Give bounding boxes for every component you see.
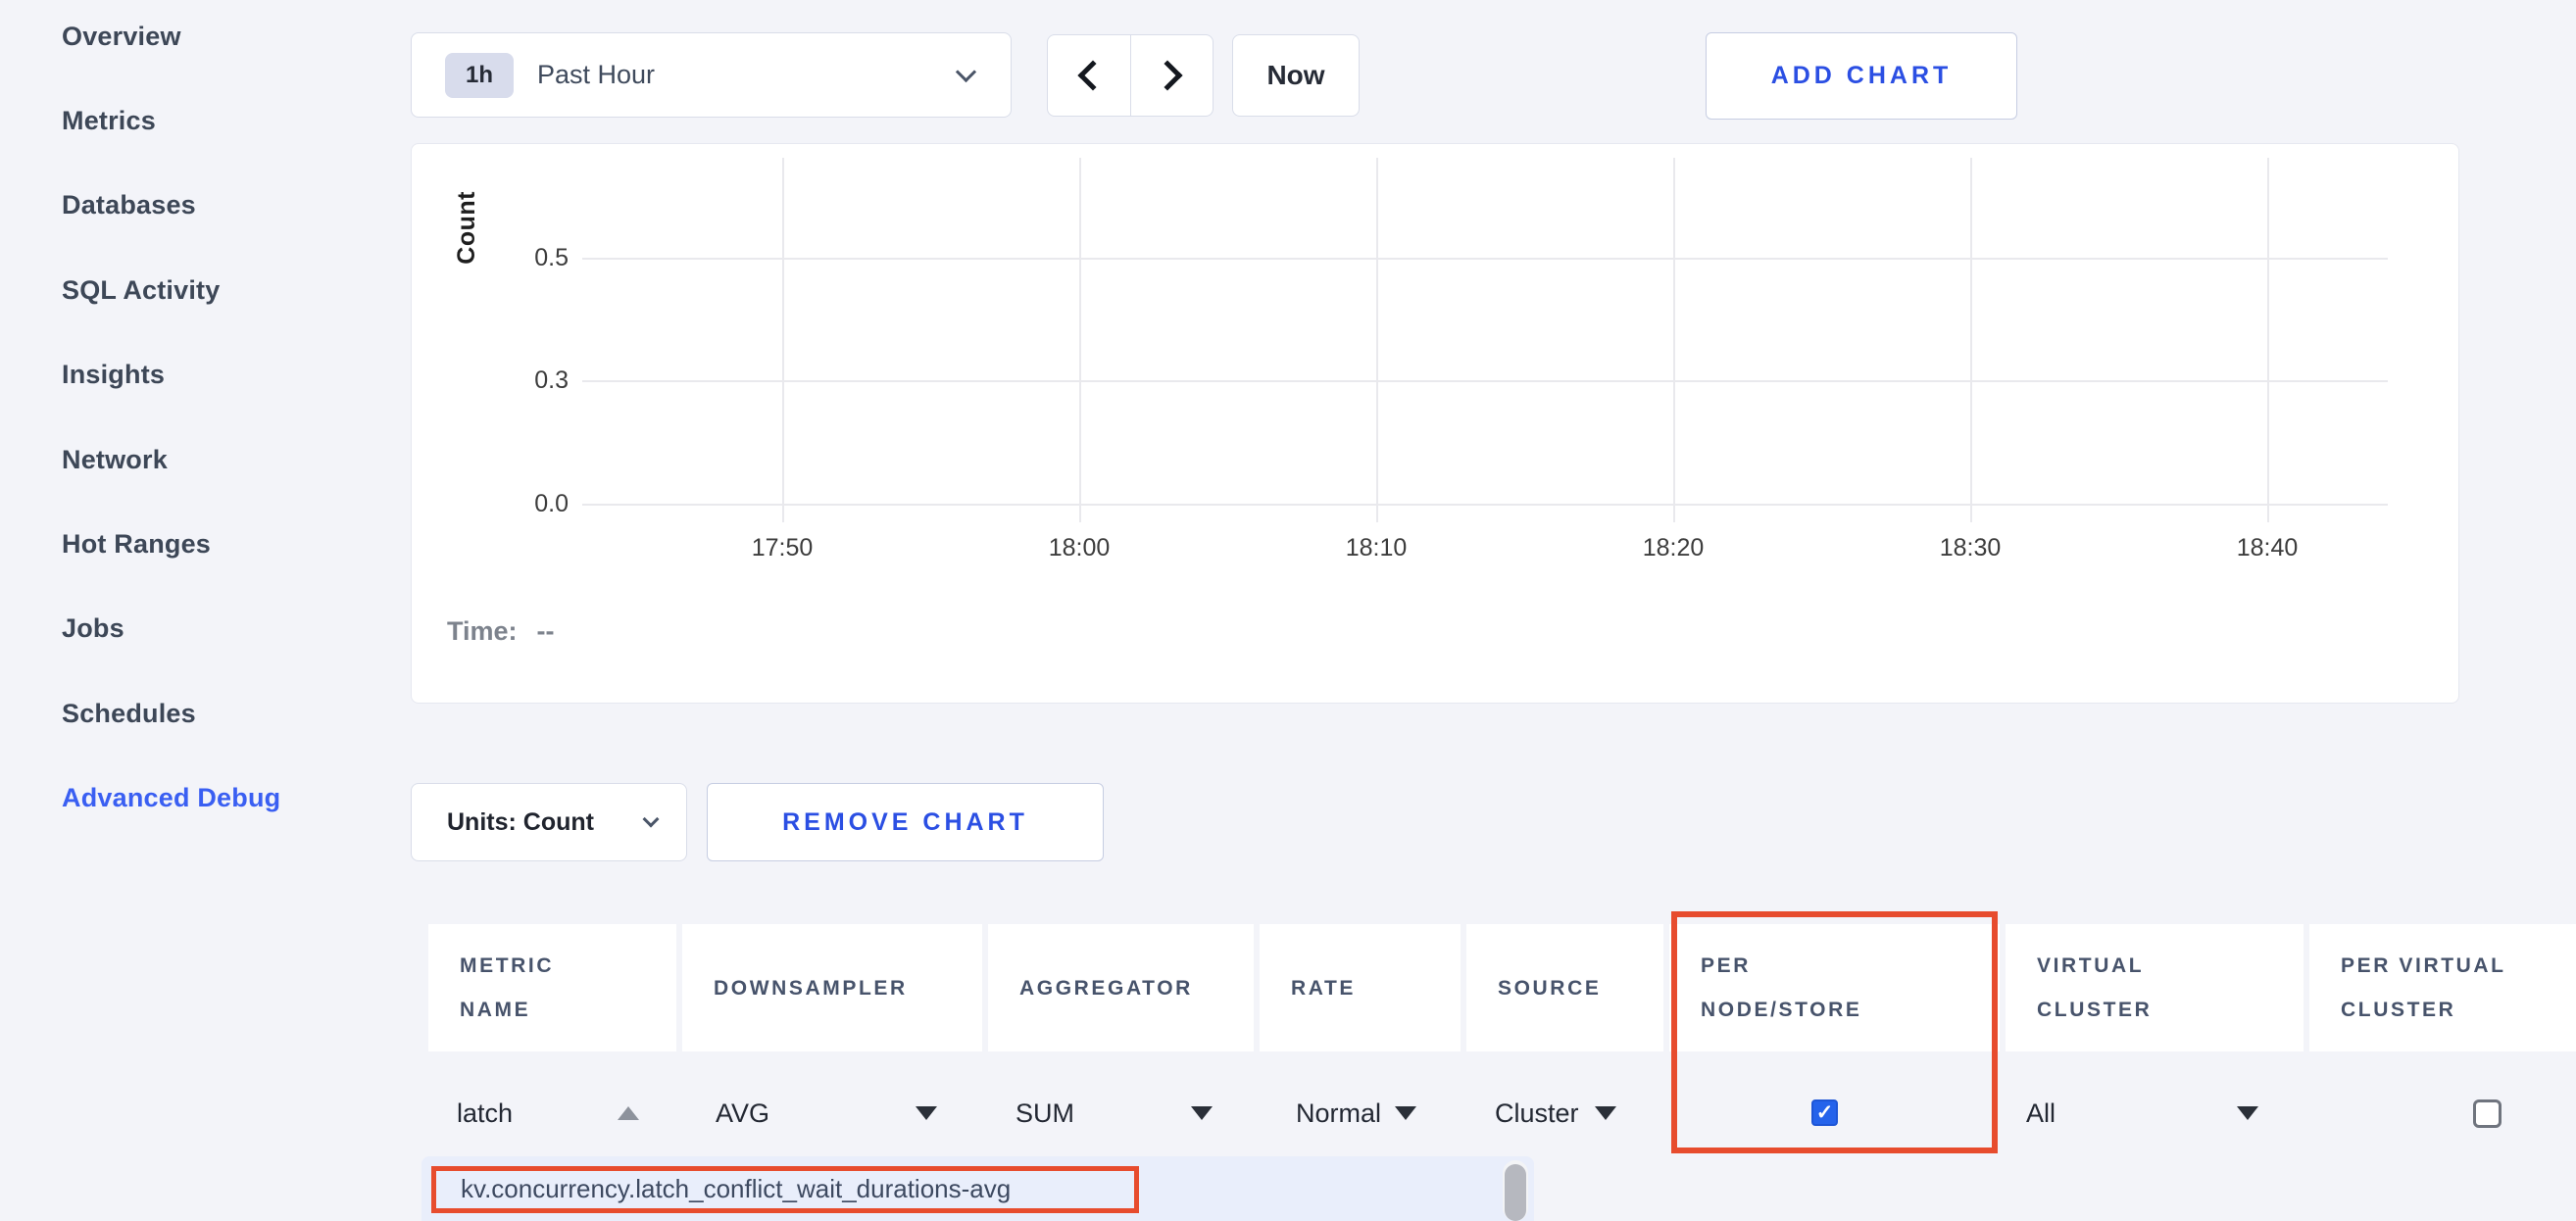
sidebar-item-hot-ranges[interactable]: Hot Ranges [62,529,211,560]
virtual-cluster-dropdown[interactable]: All [2006,1078,2304,1148]
sidebar-item-advanced-debug[interactable]: Advanced Debug [62,783,280,813]
aggregator-dropdown[interactable]: SUM [988,1078,1254,1148]
chart-panel: Count 0.50.30.017:5018:0018:1018:2018:30… [411,143,2459,704]
per-node-store-checkbox[interactable]: ✓ [1811,1099,1838,1126]
metric-suggestion-item[interactable]: kv.concurrency.latch_conflict_wait_durat… [461,1174,1011,1204]
column-header-rate: RATE [1260,924,1461,1051]
triangle-down-icon [2237,1106,2258,1120]
x-gridline [1376,158,1378,522]
hover-time-label: Time: [447,616,518,646]
time-step-buttons [1047,34,1214,117]
rate-value: Normal [1296,1099,1381,1129]
metric-name-input[interactable]: latch [428,1078,676,1148]
header-line: SOURCE [1498,966,1663,1010]
x-tick-label: 18:00 [1020,534,1138,562]
triangle-down-icon [916,1106,937,1120]
header-line: PER [1701,944,2000,988]
y-tick-label: 0.5 [471,242,569,273]
sidebar-item-jobs[interactable]: Jobs [62,613,124,644]
checkmark-icon: ✓ [1816,1100,1834,1125]
header-line: CLUSTER [2341,988,2576,1032]
header-line: NAME [460,988,676,1032]
scrollbar-thumb[interactable] [1505,1164,1526,1221]
triangle-up-icon [618,1106,639,1120]
units-select-label: Units: Count [447,808,594,837]
header-line: METRIC [460,944,676,988]
virtual-cluster-value: All [2026,1099,2056,1129]
x-tick-label: 18:30 [1911,534,2029,562]
remove-chart-button[interactable]: REMOVE CHART [707,783,1104,861]
x-tick-label: 18:40 [2208,534,2326,562]
y-tick-label: 0.0 [471,488,569,519]
y-gridline [582,258,2388,260]
sidebar-item-overview[interactable]: Overview [62,22,181,52]
source-value: Cluster [1495,1099,1579,1129]
now-button[interactable]: Now [1232,34,1360,117]
time-range-badge: 1h [445,53,514,98]
metric-name-value: latch [457,1099,513,1129]
next-time-button[interactable] [1131,35,1214,116]
column-header-virtual-cluster: VIRTUAL CLUSTER [2006,924,2304,1051]
rate-dropdown[interactable]: Normal [1260,1078,1461,1148]
units-select[interactable]: Units: Count [411,783,687,861]
time-range-select[interactable]: 1h Past Hour [411,32,1012,118]
source-dropdown[interactable]: Cluster [1466,1078,1663,1148]
sidebar-nav: Overview Metrics Databases SQL Activity … [0,0,353,1221]
sidebar-item-network[interactable]: Network [62,445,168,475]
y-gridline [582,504,2388,506]
x-gridline [1673,158,1675,522]
header-line: VIRTUAL [2037,944,2304,988]
header-line: DOWNSAMPLER [714,966,982,1010]
add-chart-button[interactable]: ADD CHART [1706,32,2017,120]
column-header-source: SOURCE [1466,924,1663,1051]
sidebar-item-insights[interactable]: Insights [62,360,165,390]
x-gridline [1970,158,1972,522]
column-header-per-node-store: PER NODE/STORE [1669,924,2000,1051]
x-tick-label: 17:50 [723,534,841,562]
x-tick-label: 18:10 [1317,534,1435,562]
header-line: PER VIRTUAL [2341,944,2576,988]
prev-time-button[interactable] [1048,35,1131,116]
chart-plot: 0.5 0.3 0.0 17:50 18:00 18:10 18:20 18:30 18:40 [412,144,2458,703]
sidebar-item-databases[interactable]: Databases [62,190,196,220]
chevron-down-icon [643,811,660,828]
hover-time-value: -- [537,616,555,646]
chevron-down-icon [956,62,976,82]
y-gridline [582,380,2388,382]
metric-suggestions-panel: kv.concurrency.latch_conflict_wait_durat… [421,1156,1534,1221]
aggregator-value: SUM [1016,1099,1074,1129]
header-line: CLUSTER [2037,988,2304,1032]
chevron-right-icon [1153,60,1183,90]
hover-time-readout: Time: -- [447,616,555,647]
per-virtual-cluster-checkbox[interactable] [2473,1099,2502,1128]
x-tick-label: 18:20 [1614,534,1732,562]
x-gridline [1079,158,1081,522]
downsampler-dropdown[interactable]: AVG [682,1078,982,1148]
x-gridline [782,158,784,522]
triangle-down-icon [1395,1106,1416,1120]
y-tick-label: 0.3 [471,365,569,396]
x-gridline [2267,158,2269,522]
header-line: AGGREGATOR [1019,966,1254,1010]
header-line: NODE/STORE [1701,988,2000,1032]
sidebar-item-schedules[interactable]: Schedules [62,699,196,729]
time-range-label: Past Hour [537,60,655,90]
header-line: RATE [1291,966,1461,1010]
triangle-down-icon [1191,1106,1213,1120]
sidebar-item-metrics[interactable]: Metrics [62,106,156,136]
column-header-metric-name: METRIC NAME [428,924,676,1051]
downsampler-value: AVG [716,1099,769,1129]
column-header-per-virtual-cluster: PER VIRTUAL CLUSTER [2309,924,2576,1051]
chevron-left-icon [1077,60,1108,90]
column-header-aggregator: AGGREGATOR [988,924,1254,1051]
column-header-downsampler: DOWNSAMPLER [682,924,982,1051]
sidebar-item-sql-activity[interactable]: SQL Activity [62,275,220,306]
triangle-down-icon [1595,1106,1616,1120]
